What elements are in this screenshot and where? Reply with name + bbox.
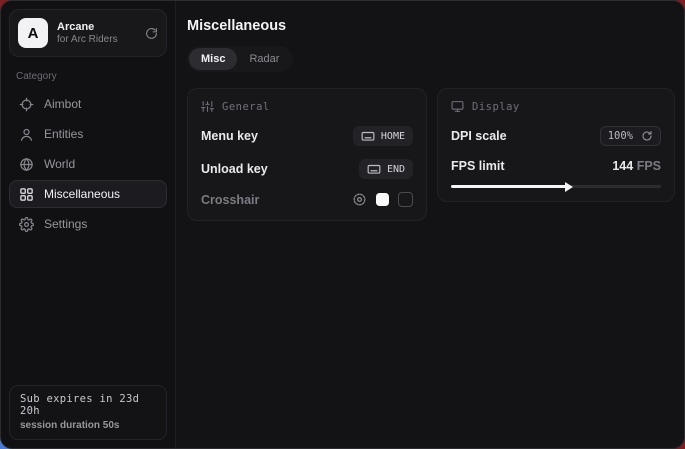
main-content: Miscellaneous Misc Radar General Menu ke… xyxy=(176,1,685,448)
sliders-icon xyxy=(201,100,214,113)
session-duration-text: session duration 50s xyxy=(20,420,156,431)
sidebar-item-label: Settings xyxy=(44,217,87,231)
avatar: A xyxy=(18,18,48,48)
fps-slider-fill xyxy=(451,185,567,188)
globe-icon xyxy=(19,157,34,172)
panels-row: General Menu key HOME Unload key xyxy=(187,88,675,221)
tab-bar: Misc Radar xyxy=(187,46,293,72)
display-panel-header: Display xyxy=(451,100,661,113)
dpi-scale-row: DPI scale 100% xyxy=(451,126,661,146)
sidebar-item-aimbot[interactable]: Aimbot xyxy=(9,90,167,118)
grid-icon xyxy=(19,187,34,202)
display-panel: Display DPI scale 100% FPS limit 144 xyxy=(437,88,675,202)
menu-key-label: Menu key xyxy=(201,129,258,143)
dpi-scale-value: 100% xyxy=(608,130,633,142)
tab-misc[interactable]: Misc xyxy=(189,48,237,70)
entities-icon xyxy=(19,127,34,142)
menu-key-row: Menu key HOME xyxy=(201,126,413,146)
fps-limit-slider[interactable] xyxy=(451,185,661,188)
general-panel-header: General xyxy=(201,100,413,113)
crosshair-color-swatch[interactable] xyxy=(376,193,389,206)
reset-icon[interactable] xyxy=(641,130,653,142)
menu-key-binding[interactable]: HOME xyxy=(353,126,413,146)
menu-key-value: HOME xyxy=(381,131,405,142)
crosshair-label: Crosshair xyxy=(201,193,259,207)
crosshair-controls xyxy=(352,192,413,207)
tab-radar[interactable]: Radar xyxy=(237,48,291,70)
profile-meta: Arcane for Arc Riders xyxy=(57,21,136,46)
general-panel: General Menu key HOME Unload key xyxy=(187,88,427,221)
app-name: Arcane xyxy=(57,21,136,34)
gear-icon xyxy=(19,217,34,232)
fps-limit-row: FPS limit 144 FPS xyxy=(451,159,661,173)
sub-expiry-text: Sub expires in 23d 20h xyxy=(20,393,156,417)
unload-key-binding[interactable]: END xyxy=(359,159,413,179)
dpi-scale-control[interactable]: 100% xyxy=(600,126,661,146)
keyboard-icon xyxy=(367,162,381,176)
sidebar-item-label: Aimbot xyxy=(44,97,81,111)
crosshair-checkbox[interactable] xyxy=(398,192,413,207)
sidebar: A Arcane for Arc Riders Category Aimbot xyxy=(1,1,176,448)
app-window: A Arcane for Arc Riders Category Aimbot xyxy=(0,0,685,449)
sidebar-item-label: Entities xyxy=(44,127,83,141)
general-panel-title: General xyxy=(222,101,270,113)
profile-card[interactable]: A Arcane for Arc Riders xyxy=(9,9,167,57)
sidebar-nav: Aimbot Entities World Miscellaneous xyxy=(9,90,167,238)
sidebar-item-world[interactable]: World xyxy=(9,150,167,178)
gear-icon[interactable] xyxy=(352,192,367,207)
sidebar-item-entities[interactable]: Entities xyxy=(9,120,167,148)
display-panel-title: Display xyxy=(472,101,520,113)
crosshair-icon xyxy=(19,97,34,112)
sidebar-item-settings[interactable]: Settings xyxy=(9,210,167,238)
fps-limit-value: 144 FPS xyxy=(612,159,661,173)
page-title: Miscellaneous xyxy=(187,18,675,34)
unload-key-value: END xyxy=(387,164,405,175)
subscription-card: Sub expires in 23d 20h session duration … xyxy=(9,385,167,440)
monitor-icon xyxy=(451,100,464,113)
category-label: Category xyxy=(16,71,167,82)
unload-key-row: Unload key END xyxy=(201,159,413,179)
dpi-scale-label: DPI scale xyxy=(451,129,507,143)
sidebar-item-label: Miscellaneous xyxy=(44,187,120,201)
app-subtitle: for Arc Riders xyxy=(57,34,136,46)
fps-slider-handle[interactable] xyxy=(565,182,573,192)
crosshair-row: Crosshair xyxy=(201,192,413,207)
fps-limit-label: FPS limit xyxy=(451,159,504,173)
sidebar-item-miscellaneous[interactable]: Miscellaneous xyxy=(9,180,167,208)
unload-key-label: Unload key xyxy=(201,162,268,176)
fps-unit: FPS xyxy=(637,159,661,173)
fps-number: 144 xyxy=(612,159,633,173)
sidebar-item-label: World xyxy=(44,157,75,171)
keyboard-icon xyxy=(361,129,375,143)
refresh-icon[interactable] xyxy=(145,27,158,40)
